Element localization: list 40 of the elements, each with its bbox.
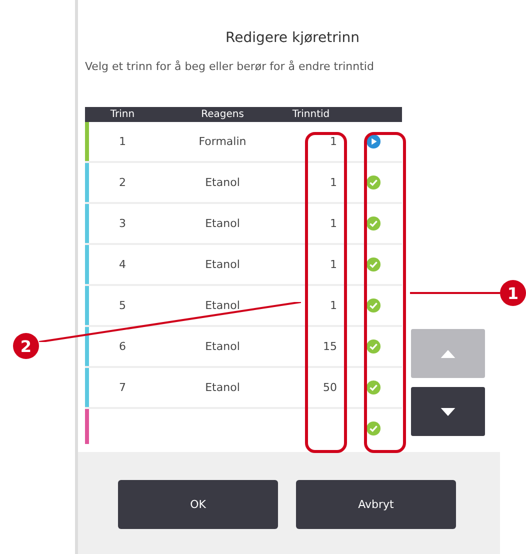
step-time: 1 [330,176,337,189]
reagent-name: Formalin [198,135,246,148]
step-time: 1 [330,217,337,230]
step-time: 1 [330,299,337,312]
dialog-button[interactable]: OK [118,480,278,529]
dialog-title: Redigere kjøretrinn [224,30,360,46]
table-row[interactable]: 6 Etanol 15 [85,327,402,368]
table-row[interactable]: 1 Formalin 1 [85,122,402,163]
reagent-name: Etanol [205,381,240,394]
step-number: 7 [119,381,126,394]
step-number: 6 [119,340,126,353]
reagent-name: Etanol [205,299,240,312]
step-time: 1 [330,258,337,271]
triangle-up-icon [440,348,456,358]
step-time: 15 [323,340,337,353]
callout-number: 1 [500,280,526,306]
step-number: 1 [119,135,126,148]
column-header: Reagens [200,109,245,120]
reagent-name: Etanol [205,258,240,271]
step-number: 5 [119,299,126,312]
reagent-name: Etanol [205,217,240,230]
dialog-button[interactable]: Avbryt [296,480,456,529]
scroll-down-button[interactable] [411,387,485,436]
table-row[interactable]: 2 Etanol 1 [85,163,402,204]
column-header: Trinn [109,109,136,120]
triangle-down-icon [440,406,456,416]
table-row[interactable]: 5 Etanol 1 [85,286,402,327]
column-header: Trinntid [291,109,331,120]
step-number: 3 [119,217,126,230]
step-time: 50 [323,381,337,394]
step-time: 1 [330,135,337,148]
instruction-text: Velg et trinn for å beg eller berør for å endre trinntid [85,60,375,73]
table-row[interactable]: 3 Etanol 1 [85,204,402,245]
table-row[interactable]: 7 Etanol 50 [85,368,402,409]
step-number: 2 [119,176,126,189]
reagent-name: Etanol [205,176,240,189]
table-row[interactable]: 4 Etanol 1 [85,245,402,286]
step-number: 4 [119,258,126,271]
callout-number: 2 [13,333,39,359]
reagent-name: Etanol [205,340,240,353]
